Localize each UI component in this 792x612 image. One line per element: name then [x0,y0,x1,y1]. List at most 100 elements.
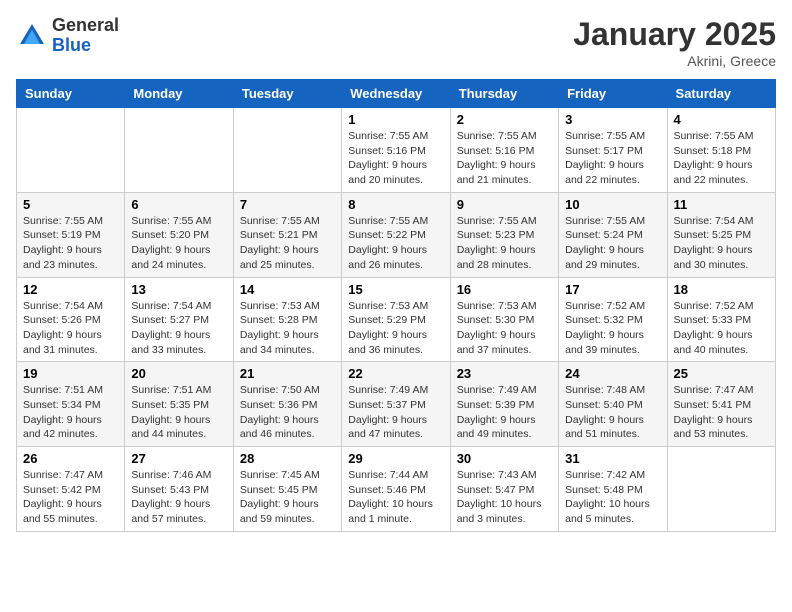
table-row: 10 Sunrise: 7:55 AMSunset: 5:24 PMDayligh… [559,192,667,277]
col-tuesday: Tuesday [233,80,341,108]
day-number: 17 [565,282,660,297]
table-row: 5Sunrise: 7:55 AMSunset: 5:19 PMDaylight… [17,192,125,277]
table-row: 21Sunrise: 7:50 AMSunset: 5:36 PMDayligh… [233,362,341,447]
table-row: 24 Sunrise: 7:48 AMSunset: 5:40 PMDayligh… [559,362,667,447]
table-row: 17 Sunrise: 7:52 AMSunset: 5:32 PMDayligh… [559,277,667,362]
day-number: 29 [348,451,443,466]
day-info: Sunrise: 7:55 AMSunset: 5:20 PMDaylight:… [131,214,226,273]
table-row: 29 Sunrise: 7:44 AMSunset: 5:46 PMDayligh… [342,447,450,532]
day-info: Sunrise: 7:51 AMSunset: 5:34 PMDaylight:… [23,383,118,442]
calendar-week-row: 1 Sunrise: 7:55 AMSunset: 5:16 PMDaylight… [17,108,776,193]
day-number: 24 [565,366,660,381]
day-number: 15 [348,282,443,297]
day-number: 11 [674,197,769,212]
calendar-week-row: 5Sunrise: 7:55 AMSunset: 5:19 PMDaylight… [17,192,776,277]
day-info: Sunrise: 7:48 AMSunset: 5:40 PMDaylight:… [565,383,660,442]
title-block: January 2025 Akrini, Greece [573,16,776,69]
day-number: 16 [457,282,552,297]
table-row: 22 Sunrise: 7:49 AMSunset: 5:37 PMDayligh… [342,362,450,447]
day-number: 26 [23,451,118,466]
day-number: 4 [674,112,769,127]
day-info: Sunrise: 7:47 AMSunset: 5:42 PMDaylight:… [23,468,118,527]
day-info: Sunrise: 7:44 AMSunset: 5:46 PMDaylight:… [348,468,443,527]
table-row: 11 Sunrise: 7:54 AMSunset: 5:25 PMDayligh… [667,192,775,277]
table-row: 1 Sunrise: 7:55 AMSunset: 5:16 PMDaylight… [342,108,450,193]
day-number: 3 [565,112,660,127]
day-number: 25 [674,366,769,381]
table-row: 28Sunrise: 7:45 AMSunset: 5:45 PMDayligh… [233,447,341,532]
day-info: Sunrise: 7:54 AMSunset: 5:27 PMDaylight:… [131,299,226,358]
day-number: 20 [131,366,226,381]
day-number: 9 [457,197,552,212]
month-title: January 2025 [573,16,776,53]
day-info: Sunrise: 7:52 AMSunset: 5:33 PMDaylight:… [674,299,769,358]
table-row [125,108,233,193]
logo-blue: Blue [52,36,119,56]
day-info: Sunrise: 7:55 AMSunset: 5:21 PMDaylight:… [240,214,335,273]
day-number: 10 [565,197,660,212]
table-row: 30Sunrise: 7:43 AMSunset: 5:47 PMDayligh… [450,447,558,532]
table-row [233,108,341,193]
day-number: 7 [240,197,335,212]
table-row: 9 Sunrise: 7:55 AMSunset: 5:23 PMDaylight… [450,192,558,277]
day-number: 23 [457,366,552,381]
day-info: Sunrise: 7:53 AMSunset: 5:29 PMDaylight:… [348,299,443,358]
col-thursday: Thursday [450,80,558,108]
day-number: 6 [131,197,226,212]
day-info: Sunrise: 7:50 AMSunset: 5:36 PMDaylight:… [240,383,335,442]
col-sunday: Sunday [17,80,125,108]
calendar-week-row: 12 Sunrise: 7:54 AMSunset: 5:26 PMDayligh… [17,277,776,362]
table-row: 6 Sunrise: 7:55 AMSunset: 5:20 PMDaylight… [125,192,233,277]
table-row: 26 Sunrise: 7:47 AMSunset: 5:42 PMDayligh… [17,447,125,532]
table-row: 31Sunrise: 7:42 AMSunset: 5:48 PMDayligh… [559,447,667,532]
day-info: Sunrise: 7:42 AMSunset: 5:48 PMDaylight:… [565,468,660,527]
calendar-week-row: 19 Sunrise: 7:51 AMSunset: 5:34 PMDayligh… [17,362,776,447]
day-number: 12 [23,282,118,297]
logo: General Blue [16,16,119,56]
day-info: Sunrise: 7:51 AMSunset: 5:35 PMDaylight:… [131,383,226,442]
day-info: Sunrise: 7:55 AMSunset: 5:16 PMDaylight:… [348,129,443,188]
day-number: 14 [240,282,335,297]
day-info: Sunrise: 7:49 AMSunset: 5:39 PMDaylight:… [457,383,552,442]
table-row: 20 Sunrise: 7:51 AMSunset: 5:35 PMDayligh… [125,362,233,447]
day-info: Sunrise: 7:52 AMSunset: 5:32 PMDaylight:… [565,299,660,358]
day-info: Sunrise: 7:54 AMSunset: 5:25 PMDaylight:… [674,214,769,273]
table-row: 19 Sunrise: 7:51 AMSunset: 5:34 PMDayligh… [17,362,125,447]
location: Akrini, Greece [573,53,776,69]
day-info: Sunrise: 7:54 AMSunset: 5:26 PMDaylight:… [23,299,118,358]
day-number: 30 [457,451,552,466]
day-number: 28 [240,451,335,466]
col-saturday: Saturday [667,80,775,108]
day-number: 19 [23,366,118,381]
calendar-header-row: Sunday Monday Tuesday Wednesday Thursday… [17,80,776,108]
calendar-table: Sunday Monday Tuesday Wednesday Thursday… [16,79,776,532]
day-info: Sunrise: 7:55 AMSunset: 5:24 PMDaylight:… [565,214,660,273]
day-info: Sunrise: 7:46 AMSunset: 5:43 PMDaylight:… [131,468,226,527]
table-row: 18 Sunrise: 7:52 AMSunset: 5:33 PMDayligh… [667,277,775,362]
table-row: 4Sunrise: 7:55 AMSunset: 5:18 PMDaylight… [667,108,775,193]
day-number: 22 [348,366,443,381]
logo-icon [16,20,48,52]
day-info: Sunrise: 7:49 AMSunset: 5:37 PMDaylight:… [348,383,443,442]
col-friday: Friday [559,80,667,108]
table-row: 25 Sunrise: 7:47 AMSunset: 5:41 PMDayligh… [667,362,775,447]
table-row: 16 Sunrise: 7:53 AMSunset: 5:30 PMDayligh… [450,277,558,362]
logo-text: General Blue [52,16,119,56]
page-header: General Blue January 2025 Akrini, Greece [16,16,776,69]
day-info: Sunrise: 7:53 AMSunset: 5:30 PMDaylight:… [457,299,552,358]
day-number: 1 [348,112,443,127]
table-row: 13Sunrise: 7:54 AMSunset: 5:27 PMDayligh… [125,277,233,362]
day-info: Sunrise: 7:53 AMSunset: 5:28 PMDaylight:… [240,299,335,358]
col-wednesday: Wednesday [342,80,450,108]
logo-general: General [52,16,119,36]
day-info: Sunrise: 7:55 AMSunset: 5:23 PMDaylight:… [457,214,552,273]
day-number: 18 [674,282,769,297]
col-monday: Monday [125,80,233,108]
table-row: 7 Sunrise: 7:55 AMSunset: 5:21 PMDaylight… [233,192,341,277]
day-number: 2 [457,112,552,127]
table-row: 23 Sunrise: 7:49 AMSunset: 5:39 PMDayligh… [450,362,558,447]
day-number: 8 [348,197,443,212]
day-info: Sunrise: 7:47 AMSunset: 5:41 PMDaylight:… [674,383,769,442]
table-row: 15 Sunrise: 7:53 AMSunset: 5:29 PMDayligh… [342,277,450,362]
table-row [667,447,775,532]
